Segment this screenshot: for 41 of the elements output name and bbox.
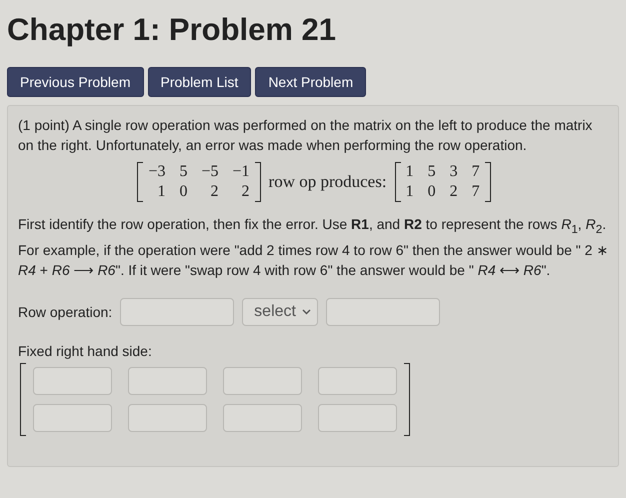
field-label: Row operation:: [18, 304, 112, 320]
matrix-bracket: [137, 162, 144, 202]
matrix-entry: 7: [472, 162, 480, 182]
input-field[interactable]: [120, 298, 234, 326]
matrix-entry: 1: [406, 182, 414, 202]
problem-statement: (1 point) A single row operation was performed on the matrix on the left to produce the matrix on the right. Unfortunately, an error was made when performing the row operation.: [18, 116, 594, 155]
matrix-bracket: [254, 162, 261, 202]
matrix-entry: 1: [406, 162, 414, 182]
nav-button[interactable]: Problem List: [148, 67, 252, 97]
matrix-entry: 3: [450, 162, 458, 182]
field-label: Fixed right hand side:: [18, 342, 153, 359]
matrix-entry: 0: [428, 182, 436, 202]
input-field[interactable]: [223, 366, 302, 395]
matrix-entry: 2: [210, 182, 218, 202]
nav-button[interactable]: Next Problem: [255, 67, 366, 97]
matrix-entry: −3: [148, 162, 166, 182]
matrix-entry: −5: [201, 162, 218, 182]
matrix-entry: 5: [179, 162, 188, 182]
matrix-entry: 2: [242, 182, 250, 202]
page-title: Chapter 1: Problem 21: [7, 11, 338, 49]
matrix-bracket: [394, 162, 401, 202]
matrix-entry: 2: [450, 182, 458, 202]
matrix-entry: −1: [232, 162, 250, 182]
input-field[interactable]: [33, 366, 112, 395]
matrix-entry: 5: [428, 162, 436, 182]
matrix-caption: row op produces:: [268, 172, 387, 192]
caret-icon: [302, 308, 311, 315]
matrix-entry: 7: [472, 182, 480, 202]
matrix-entry: 1: [157, 182, 166, 202]
matrix-entry: 0: [179, 182, 188, 202]
input-field[interactable]: [128, 366, 207, 395]
input-field[interactable]: [128, 404, 207, 432]
select-dropdown[interactable]: select: [242, 298, 318, 326]
input-field[interactable]: [318, 404, 397, 432]
input-field[interactable]: [223, 404, 302, 432]
matrix-bracket: [484, 162, 491, 202]
input-field[interactable]: [318, 366, 397, 395]
instructions: First identify the row operation, then fix the error. Use R1, and R2 to represent the rows R$_{1}$, R$_{2}$. For example, if the operation were "add 2 times row 4 to row 6" then the answer would be " 2 ∗ R4 + R6 ⟶ R6". If it were "swap row 4 with row 6" the answer would be " R4 ⟷ R6".: [18, 215, 610, 280]
input-field[interactable]: [33, 404, 112, 432]
input-field[interactable]: [326, 298, 440, 326]
nav-button[interactable]: Previous Problem: [7, 67, 144, 97]
